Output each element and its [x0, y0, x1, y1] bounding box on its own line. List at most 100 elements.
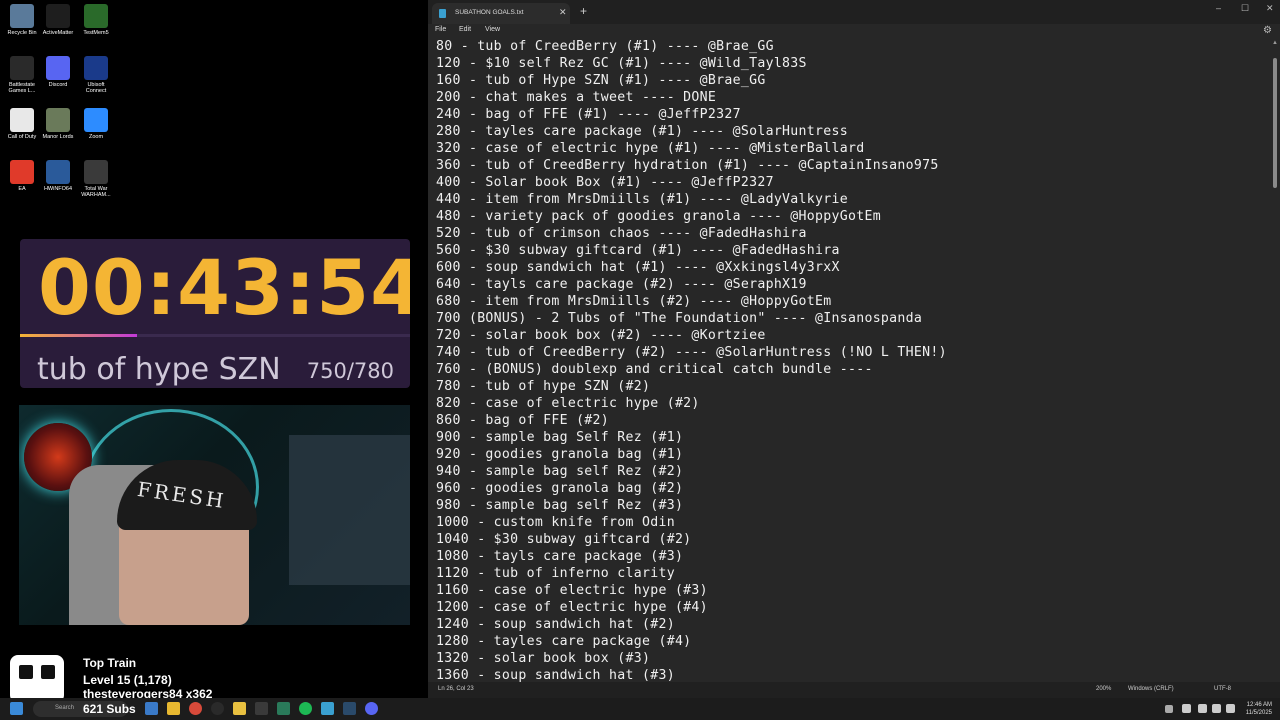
menu-file[interactable]: File — [435, 26, 446, 33]
clock-date: 11/5/2025 — [1245, 710, 1272, 716]
goal-line: 200 - chat makes a tweet ---- DONE — [436, 90, 717, 105]
new-tab-button[interactable]: + — [580, 4, 587, 18]
tray-app-icon[interactable] — [1182, 704, 1191, 713]
desktop-icon[interactable]: Call of Duty — [4, 108, 40, 140]
discord-icon — [46, 56, 70, 80]
notepad-icon[interactable] — [321, 702, 334, 715]
obs-icon[interactable] — [211, 702, 224, 715]
tray-chevron-icon[interactable] — [1165, 705, 1173, 713]
desktop-icon[interactable]: Ubisoft Connect — [78, 56, 114, 94]
manor-lords-icon — [46, 108, 70, 132]
top-train-user: thesteverogers84 x362 — [83, 687, 213, 698]
goal-lines: 80 - tub of CreedBerry (#1) ---- @Brae_G… — [436, 38, 947, 682]
goal-line: 80 - tub of CreedBerry (#1) ---- @Brae_G… — [436, 39, 774, 54]
goal-line: 900 - sample bag Self Rez (#1) — [436, 430, 684, 445]
goal-line: 740 - tub of CreedBerry (#2) ---- @Solar… — [436, 345, 947, 360]
vertical-scrollbar-thumb[interactable] — [1273, 58, 1277, 188]
goal-line: 440 - item from MrsDmiills (#1) ---- @La… — [436, 192, 848, 207]
task-view-icon[interactable] — [145, 702, 158, 715]
tab-bar: SUBATHON GOALS.txt ✕ + – ☐ ✕ — [428, 0, 1280, 24]
minimize-icon[interactable]: – — [1216, 3, 1221, 13]
goal-line: 1280 - tayles care package (#4) — [436, 634, 692, 649]
tab-subathon-goals[interactable]: SUBATHON GOALS.txt ✕ — [432, 3, 570, 24]
goal-line: 720 - solar book box (#2) ---- @Kortziee — [436, 328, 766, 343]
desktop-icon-label: Zoom — [88, 134, 104, 140]
desktop-icon[interactable]: ActiveMatter — [40, 4, 76, 36]
desktop: Recycle Bin ActiveMatter TestMem5 Battlesta… — [0, 0, 428, 698]
goal-line: 240 - bag of FFE (#1) ---- @JeffP2327 — [436, 107, 741, 122]
desktop-icon[interactable]: Recycle Bin — [4, 4, 40, 36]
settings-gear-icon[interactable]: ⚙ — [1263, 25, 1272, 36]
battery-icon[interactable] — [1226, 704, 1235, 713]
goal-line: 760 - (BONUS) doublexp and critical catc… — [436, 362, 873, 377]
cursor-position: Ln 26, Col 23 — [438, 686, 474, 692]
desktop-icon-label: Call of Duty — [7, 134, 37, 140]
discord-taskbar-icon[interactable] — [365, 702, 378, 715]
hwinfo-icon — [46, 160, 70, 184]
webcam-feed: FRESH — [19, 405, 410, 625]
desktop-icon-label: TestMem5 — [83, 30, 109, 36]
desktop-icon[interactable]: Manor Lords — [40, 108, 76, 140]
close-tab-icon[interactable]: ✕ — [559, 7, 567, 18]
goal-line: 520 - tub of crimson chaos ---- @FadedHa… — [436, 226, 807, 241]
desktop-icon-label: Ubisoft Connect — [85, 82, 107, 94]
desktop-icon[interactable]: Zoom — [78, 108, 114, 140]
goal-line: 560 - $30 subway giftcard (#1) ---- @Fad… — [436, 243, 840, 258]
desktop-icon-label: EA — [18, 186, 26, 192]
maximize-icon[interactable]: ☐ — [1241, 3, 1249, 14]
start-icon[interactable] — [10, 702, 23, 715]
subathon-timer: 00:43:54 tub of hype SZN 750/780 — [20, 239, 410, 388]
goal-line: 400 - Solar book Box (#1) ---- @JeffP232… — [436, 175, 774, 190]
menu-edit[interactable]: Edit — [459, 26, 471, 33]
goal-line: 1000 - custom knife from Odin — [436, 515, 675, 530]
sticky-notes-icon[interactable] — [233, 702, 246, 715]
webcam-background — [289, 435, 410, 585]
goal-line: 700 (BONUS) - 2 Tubs of "The Foundation"… — [436, 311, 923, 326]
desktop-icon-label: HWiNFO64 — [43, 186, 73, 192]
desktop-icon[interactable]: Total War WARHAM... — [78, 160, 114, 198]
status-bar: Ln 26, Col 23 200% Windows (CRLF) UTF-8 — [428, 682, 1280, 698]
desktop-icon[interactable]: HWiNFO64 — [40, 160, 76, 192]
menu-bar: File Edit View ⚙ — [428, 24, 1280, 38]
steam-icon[interactable] — [343, 702, 356, 715]
current-goal-name: tub of hype SZN — [37, 352, 281, 387]
tab-title: SUBATHON GOALS.txt — [455, 9, 524, 16]
text-editor[interactable]: 80 - tub of CreedBerry (#1) ---- @Brae_G… — [428, 38, 1266, 682]
app-icon[interactable] — [277, 702, 290, 715]
goal-line: 1200 - case of electric hype (#4) — [436, 600, 708, 615]
taskbar: Search 621 Subs 12:46 AM 11/5/2025 — [0, 698, 1280, 720]
goal-line: 480 - variety pack of goodies granola --… — [436, 209, 881, 224]
menu-view[interactable]: View — [485, 26, 500, 33]
desktop-icon[interactable]: Discord — [40, 56, 76, 88]
goal-line: 120 - $10 self Rez GC (#1) ---- @Wild_Ta… — [436, 56, 807, 71]
goal-line: 320 - case of electric hype (#1) ---- @M… — [436, 141, 865, 156]
ubisoft-icon — [84, 56, 108, 80]
goal-line: 780 - tub of hype SZN (#2) — [436, 379, 651, 394]
activematter-icon — [46, 4, 70, 28]
goal-line: 1040 - $30 subway giftcard (#2) — [436, 532, 692, 547]
goal-line: 1160 - case of electric hype (#3) — [436, 583, 708, 598]
volume-icon[interactable] — [1212, 704, 1221, 713]
goal-line: 1240 - soup sandwich hat (#2) — [436, 617, 675, 632]
desktop-icon[interactable]: Battlestate Games L... — [4, 56, 40, 94]
goal-line: 280 - tayles care package (#1) ---- @Sol… — [436, 124, 848, 139]
battlestate-icon — [10, 56, 34, 80]
testmem-icon — [84, 4, 108, 28]
goal-progress-fill — [20, 334, 137, 337]
desktop-icon[interactable]: EA — [4, 160, 40, 192]
spotify-icon[interactable] — [299, 702, 312, 715]
file-explorer-icon[interactable] — [167, 702, 180, 715]
terminal-icon[interactable] — [255, 702, 268, 715]
close-window-icon[interactable]: ✕ — [1266, 3, 1274, 14]
top-train-title: Top Train — [83, 656, 137, 670]
encoding: UTF-8 — [1214, 686, 1231, 692]
desktop-icon-label: ActiveMatter — [42, 30, 74, 36]
scroll-up-arrow-icon[interactable]: ▲ — [1272, 40, 1278, 46]
chrome-icon[interactable] — [189, 702, 202, 715]
goal-line: 860 - bag of FFE (#2) — [436, 413, 610, 428]
network-icon[interactable] — [1198, 704, 1207, 713]
goal-progress-bar — [20, 334, 410, 337]
desktop-icon[interactable]: TestMem5 — [78, 4, 114, 36]
clock[interactable]: 12:46 AM 11/5/2025 — [1246, 701, 1272, 717]
goal-line: 1080 - tayls care package (#3) — [436, 549, 684, 564]
